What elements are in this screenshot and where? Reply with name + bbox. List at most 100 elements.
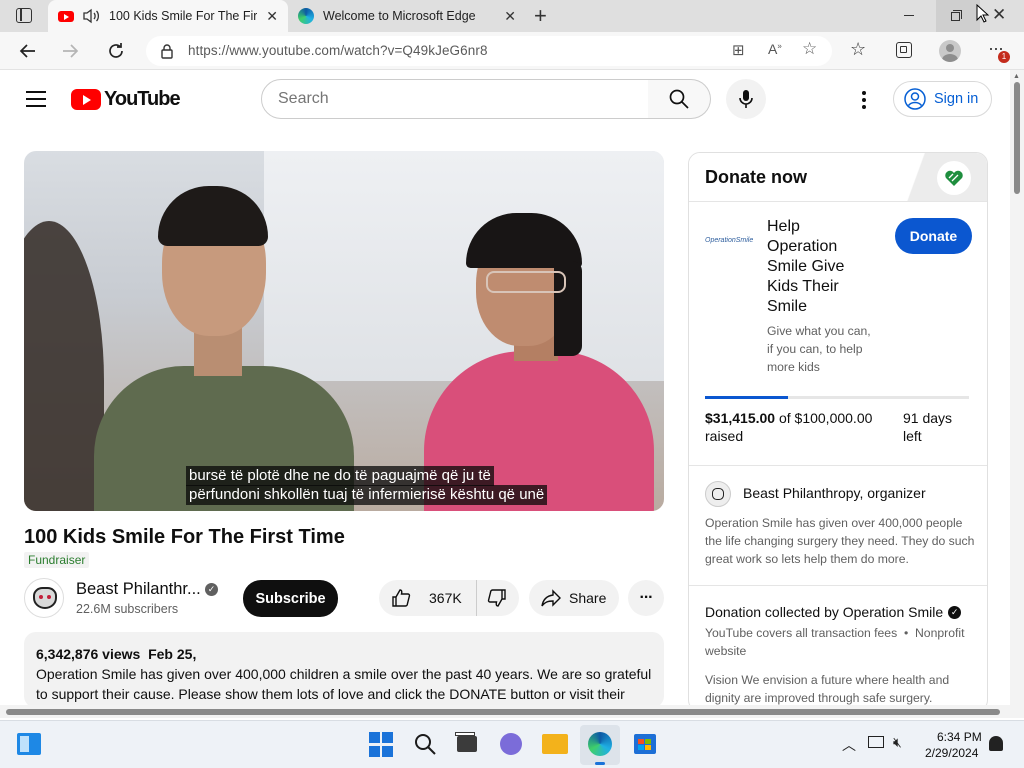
video-title: 100 Kids Smile For The First Time: [24, 526, 345, 548]
teams-chat-icon[interactable]: [498, 731, 524, 757]
clock-time[interactable]: 6:34 PM: [937, 730, 982, 744]
account-icon: [904, 88, 926, 110]
store-icon[interactable]: [632, 731, 658, 757]
lock-icon[interactable]: [160, 43, 174, 59]
thumbs-down-icon: [487, 589, 506, 607]
scrollbar-thumb[interactable]: [1014, 82, 1020, 194]
forward-button[interactable]: [58, 39, 82, 63]
campaign-subtitle: Give what you can, if you can, to help m…: [767, 324, 871, 374]
favorites-icon[interactable]: ☆: [850, 39, 866, 60]
progress-fill: [705, 396, 788, 399]
widgets-icon[interactable]: [16, 731, 42, 757]
progress-track: [705, 396, 969, 399]
raised-amount: $31,415.00: [705, 410, 776, 426]
description-box[interactable]: 6,342,876 views Feb 25, Operation Smile …: [24, 632, 664, 708]
organizer-name[interactable]: Beast Philanthropy: [743, 485, 859, 501]
sign-in-label: Sign in: [934, 91, 979, 107]
channel-name[interactable]: Beast Philanthr...: [76, 580, 201, 599]
campaign-title: Help Operation Smile Give Kids Their Smi…: [767, 218, 845, 315]
share-icon: [541, 589, 561, 607]
search-input[interactable]: Search: [261, 79, 649, 119]
restore-button[interactable]: [936, 0, 980, 32]
search-button[interactable]: [648, 79, 711, 119]
hamburger-menu-icon[interactable]: [26, 91, 46, 107]
scrollbar-thumb[interactable]: [6, 709, 1000, 715]
donate-panel: Donate now OperationSmile Help Operation…: [688, 152, 988, 712]
youtube-wordmark: YouTube: [104, 88, 181, 110]
organizer-line: Beast Philanthropy, organizer: [743, 485, 926, 501]
donate-button[interactable]: Donate: [895, 218, 972, 254]
like-dislike-group: 367K: [379, 580, 519, 616]
search-placeholder: Search: [278, 90, 329, 107]
profile-avatar[interactable]: [939, 40, 961, 62]
chevron-up-icon[interactable]: ︿: [842, 735, 856, 755]
youtube-header: YouTube Search Sign in: [0, 70, 1010, 128]
caption-line-1: bursë të plotë dhe ne do të paguajmë që …: [186, 466, 494, 486]
app-available-icon[interactable]: ⊞: [732, 41, 745, 59]
tab-youtube[interactable]: 100 Kids Smile For The First Time ✕: [48, 0, 288, 32]
horizontal-scrollbar[interactable]: [0, 705, 1010, 718]
vertical-scrollbar[interactable]: ▲: [1010, 70, 1024, 718]
like-button[interactable]: 367K: [379, 580, 477, 616]
donate-title: Donate now: [705, 167, 807, 187]
voice-search-button[interactable]: [726, 79, 766, 119]
description-meta: 6,342,876 views Feb 25,: [36, 644, 652, 664]
subscriber-count: 22.6M subscribers: [76, 602, 179, 616]
refresh-button[interactable]: [104, 39, 128, 63]
tab-close-icon[interactable]: ✕: [266, 8, 278, 25]
sign-in-button[interactable]: Sign in: [893, 81, 992, 117]
notification-badge: 1: [998, 51, 1010, 63]
youtube-play-icon: [71, 89, 101, 110]
scroll-up-arrow-icon[interactable]: ▲: [1013, 73, 1020, 80]
video-player[interactable]: bursë të plotë dhe ne do të paguajmë që …: [24, 151, 664, 511]
file-explorer-icon[interactable]: [542, 731, 568, 757]
browser-tab-bar: 100 Kids Smile For The First Time ✕ Welc…: [0, 0, 1024, 32]
more-actions-button[interactable]: ···: [628, 580, 664, 616]
fees-line: YouTube covers all transaction fees • No…: [705, 626, 965, 658]
fees-text: YouTube covers all transaction fees: [705, 626, 898, 640]
add-favorite-icon[interactable]: ☆: [802, 39, 817, 59]
microphone-icon: [739, 90, 753, 108]
tab-actions-icon[interactable]: [16, 8, 32, 23]
start-icon[interactable]: [368, 731, 394, 757]
upload-date: Feb 25,: [148, 646, 197, 662]
more-options-icon[interactable]: [862, 91, 866, 109]
donate-header: Donate now: [689, 153, 987, 201]
youtube-logo[interactable]: YouTube: [71, 88, 181, 111]
edge-taskbar-active[interactable]: [580, 725, 620, 765]
collected-by-text: Donation collected by Operation Smile: [705, 604, 944, 620]
tab-close-icon[interactable]: ✕: [504, 8, 516, 25]
organizer-role: , organizer: [859, 485, 926, 501]
back-button[interactable]: [16, 39, 40, 63]
clock-date[interactable]: 2/29/2024: [925, 746, 978, 760]
tab-title: Welcome to Microsoft Edge: [323, 9, 476, 23]
raised-word: raised: [705, 428, 744, 444]
notifications-icon[interactable]: [989, 736, 1003, 751]
caption-line-2: përfundoni shkollën tuaj të infermierisë…: [186, 485, 548, 505]
taskbar-search-icon[interactable]: [412, 731, 438, 757]
dislike-button[interactable]: [477, 580, 517, 616]
collections-icon[interactable]: [896, 42, 912, 58]
close-window-button[interactable]: ✕: [992, 5, 1006, 25]
vision-text: Vision We envision a future where health…: [705, 673, 950, 705]
url-text: https://www.youtube.com/watch?v=Q49kJeG6…: [188, 43, 488, 58]
share-button[interactable]: Share: [529, 580, 619, 616]
minimize-button[interactable]: [904, 15, 914, 16]
subscribe-button[interactable]: Subscribe: [243, 580, 338, 617]
volume-muted-icon[interactable]: 🔇︎: [893, 734, 902, 751]
new-tab-button[interactable]: +: [534, 3, 547, 29]
giving-heart-icon: [937, 161, 971, 195]
back-arrow-icon: [19, 44, 35, 58]
organizer-text: Operation Smile has given over 400,000 p…: [705, 516, 975, 566]
read-aloud-icon[interactable]: A»: [768, 41, 782, 57]
speaker-icon[interactable]: [82, 8, 102, 24]
verified-check-icon: ✓: [948, 605, 962, 619]
org-logo: OperationSmile: [705, 237, 754, 244]
channel-avatar[interactable]: [24, 578, 64, 618]
thumbs-up-icon: [392, 589, 411, 607]
address-field[interactable]: https://www.youtube.com/watch?v=Q49kJeG6…: [146, 36, 832, 66]
task-view-icon[interactable]: [454, 731, 480, 757]
raised-summary: $31,415.00 of $100,000.00 raised: [705, 409, 885, 445]
tab-edge-welcome[interactable]: Welcome to Microsoft Edge ✕: [290, 0, 526, 32]
network-icon[interactable]: [868, 736, 884, 748]
